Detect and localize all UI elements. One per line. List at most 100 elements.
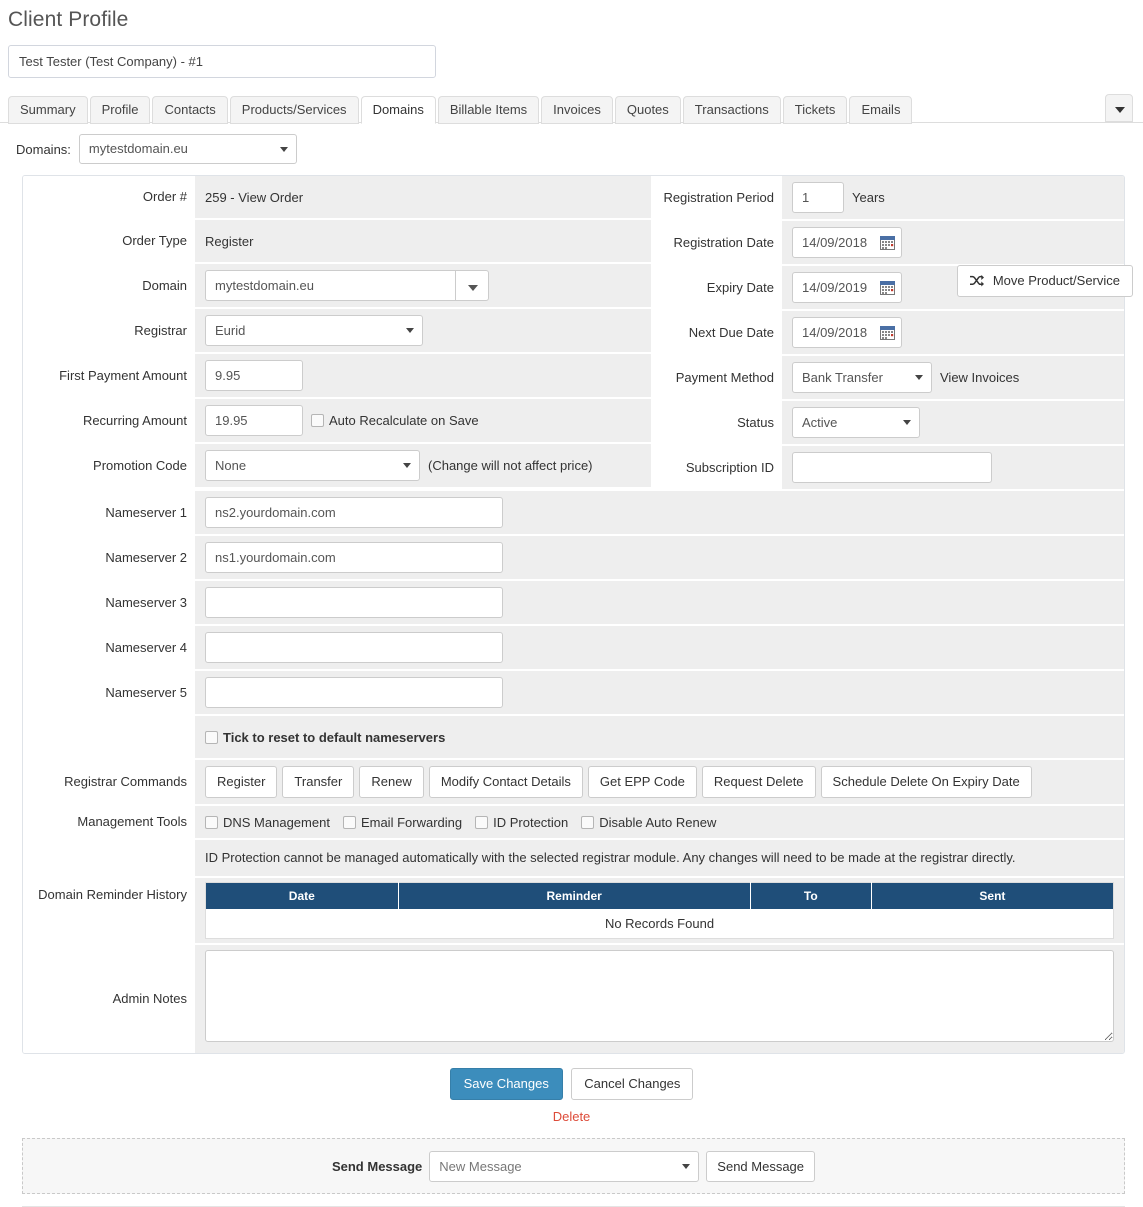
subscription-id-label: Subscription ID	[654, 446, 782, 489]
subscription-id-input[interactable]	[792, 452, 992, 483]
tab-contacts[interactable]: Contacts	[152, 96, 227, 124]
nameserver-4-label: Nameserver 4	[23, 626, 195, 669]
registrar-command-schedule-delete-on-expiry-date[interactable]: Schedule Delete On Expiry Date	[821, 766, 1032, 798]
field-row-order-type: Order Type Register	[23, 220, 651, 264]
registrar-command-renew[interactable]: Renew	[359, 766, 423, 798]
chevron-down-icon	[403, 463, 411, 468]
field-row-order-number: Order # 259 - View Order	[23, 176, 651, 220]
delete-link[interactable]: Delete	[0, 1109, 1143, 1124]
auto-recalculate-label: Auto Recalculate on Save	[329, 413, 479, 428]
field-row-recurring-amount: Recurring Amount Auto Recalculate on Sav…	[23, 399, 651, 444]
promotion-code-label: Promotion Code	[23, 444, 195, 487]
auto-recalculate-checkbox[interactable]	[311, 414, 324, 427]
reset-nameservers-checkbox[interactable]	[205, 731, 218, 744]
domain-label: Domain	[23, 264, 195, 307]
registrar-command-transfer[interactable]: Transfer	[282, 766, 354, 798]
cancel-changes-button[interactable]: Cancel Changes	[571, 1068, 693, 1100]
tab-quotes[interactable]: Quotes	[615, 96, 681, 124]
recurring-amount-input[interactable]	[205, 405, 303, 436]
field-row-next-due-date: Next Due Date	[654, 311, 1124, 356]
registration-period-input[interactable]	[792, 182, 844, 213]
admin-notes-textarea[interactable]	[205, 950, 1114, 1042]
calendar-icon[interactable]	[880, 280, 895, 295]
reset-nameservers-checkbox-item[interactable]: Tick to reset to default nameservers	[205, 730, 445, 745]
nameserver-5-input[interactable]	[205, 677, 503, 708]
tab-products-services[interactable]: Products/Services	[230, 96, 359, 124]
registrar-select[interactable]: Eurid	[205, 315, 423, 346]
checkbox[interactable]	[581, 816, 594, 829]
column-header-sent: Sent	[871, 883, 1113, 910]
tab-transactions[interactable]: Transactions	[683, 96, 781, 124]
move-product-service-button[interactable]: Move Product/Service	[957, 265, 1133, 297]
checkbox[interactable]	[343, 816, 356, 829]
left-field-column: Order # 259 - View Order Order Type Regi…	[23, 176, 651, 491]
promotion-code-select[interactable]: None	[205, 450, 420, 481]
promotion-code-value: None	[215, 458, 246, 473]
management-tool-email-forwarding[interactable]: Email Forwarding	[343, 815, 462, 830]
payment-method-label: Payment Method	[654, 356, 782, 399]
column-header-to: To	[750, 883, 871, 910]
domains-label: Domains:	[16, 142, 71, 157]
field-row-subscription-id: Subscription ID	[654, 446, 1124, 491]
management-tool-disable-auto-renew[interactable]: Disable Auto Renew	[581, 815, 716, 830]
payment-method-select[interactable]: Bank Transfer	[792, 362, 932, 393]
management-tool-id-protection[interactable]: ID Protection	[475, 815, 568, 830]
registrar-command-register[interactable]: Register	[205, 766, 277, 798]
tab-emails[interactable]: Emails	[849, 96, 912, 124]
client-selector[interactable]: Test Tester (Test Company) - #1	[8, 45, 436, 78]
tab-tickets[interactable]: Tickets	[783, 96, 848, 124]
tab-invoices[interactable]: Invoices	[541, 96, 613, 124]
domain-input[interactable]	[205, 270, 455, 301]
nameserver-4-input[interactable]	[205, 632, 503, 663]
management-tool-label: Email Forwarding	[361, 815, 462, 830]
management-tool-dns-management[interactable]: DNS Management	[205, 815, 330, 830]
domain-select[interactable]: mytestdomain.eu	[79, 134, 297, 164]
registrar-label: Registrar	[23, 309, 195, 352]
management-tools-notice-row: ID Protection cannot be managed automati…	[23, 840, 1124, 878]
checkbox[interactable]	[205, 816, 218, 829]
nameserver-3-input[interactable]	[205, 587, 503, 618]
column-header-date: Date	[206, 883, 399, 910]
tab-domains[interactable]: Domains	[361, 96, 436, 124]
view-invoices-link[interactable]: View Invoices	[940, 370, 1019, 385]
management-tools-notice: ID Protection cannot be managed automati…	[195, 840, 1124, 876]
calendar-icon[interactable]	[880, 325, 895, 340]
nameserver-3-label: Nameserver 3	[23, 581, 195, 624]
tab-summary[interactable]: Summary	[8, 96, 88, 124]
calendar-icon[interactable]	[880, 235, 895, 250]
reminder-history-row: Domain Reminder History DateReminderToSe…	[23, 878, 1124, 945]
tab-profile[interactable]: Profile	[90, 96, 151, 124]
admin-notes-label: Admin Notes	[23, 945, 195, 1053]
save-changes-button[interactable]: Save Changes	[450, 1068, 563, 1100]
page-title: Client Profile	[0, 0, 1143, 33]
registrar-command-request-delete[interactable]: Request Delete	[702, 766, 816, 798]
chevron-down-icon	[468, 285, 478, 291]
domain-dropdown-button[interactable]	[455, 270, 489, 301]
auto-recalculate-checkbox-item[interactable]: Auto Recalculate on Save	[311, 413, 479, 428]
table-header-row: DateReminderToSent	[206, 883, 1114, 910]
nameserver-row-1: Nameserver 1	[23, 491, 1124, 536]
tab-billable-items[interactable]: Billable Items	[438, 96, 539, 124]
send-message-button[interactable]: Send Message	[706, 1151, 815, 1182]
order-number-label: Order #	[23, 176, 195, 218]
nameserver-2-input[interactable]	[205, 542, 503, 573]
status-select[interactable]: Active	[792, 407, 920, 438]
chevron-down-icon	[682, 1164, 690, 1169]
reset-nameservers-row: Tick to reset to default nameservers	[23, 716, 1124, 760]
nameserver-1-input[interactable]	[205, 497, 503, 528]
registrar-command-get-epp-code[interactable]: Get EPP Code	[588, 766, 697, 798]
management-tools-notice-spacer	[23, 840, 195, 876]
order-number-value[interactable]: 259 - View Order	[205, 190, 303, 205]
chevron-down-icon	[406, 328, 414, 333]
send-message-select[interactable]: New Message	[429, 1151, 699, 1182]
tab-bar: SummaryProfileContactsProducts/ServicesD…	[0, 93, 1143, 123]
client-selector-value[interactable]: Test Tester (Test Company) - #1	[8, 45, 436, 78]
checkbox[interactable]	[475, 816, 488, 829]
first-payment-input[interactable]	[205, 360, 303, 391]
field-grid: Order # 259 - View Order Order Type Regi…	[23, 176, 1124, 491]
chevron-down-icon	[1115, 107, 1125, 113]
first-payment-label: First Payment Amount	[23, 354, 195, 397]
tabs-overflow-button[interactable]	[1105, 94, 1133, 122]
registrar-command-modify-contact-details[interactable]: Modify Contact Details	[429, 766, 583, 798]
registrar-commands-label: Registrar Commands	[23, 760, 195, 804]
